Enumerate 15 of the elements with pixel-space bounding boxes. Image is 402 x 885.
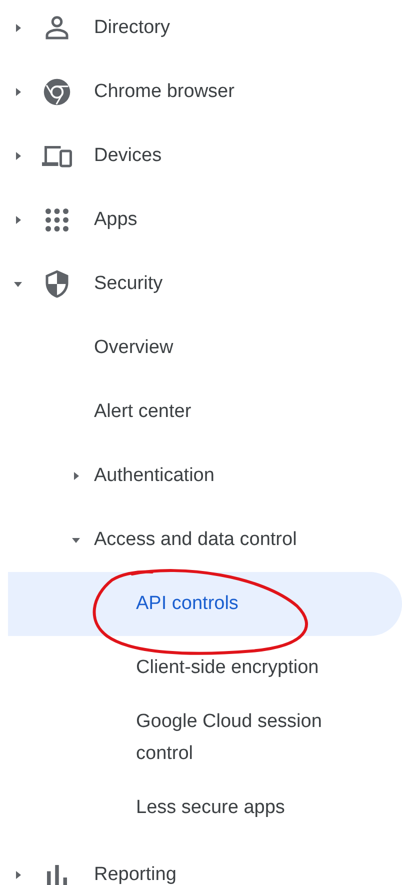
nav-item[interactable]: Access and data control (8, 508, 402, 572)
browser-icon (42, 77, 72, 107)
nav-item[interactable]: Overview (8, 316, 402, 380)
nav-item[interactable]: Directory (8, 0, 402, 60)
nav-item[interactable]: Client-side encryption (8, 636, 402, 700)
nav-item[interactable]: Security (8, 252, 402, 316)
nav-item[interactable]: Less secure apps (8, 776, 402, 840)
nav-item[interactable]: Google Cloud session control (8, 700, 402, 776)
nav-item[interactable]: Apps (8, 188, 402, 252)
nav-item[interactable]: Devices (8, 124, 402, 188)
nav-item[interactable]: Reporting (8, 840, 402, 885)
nav-item[interactable]: API controls (8, 572, 402, 636)
nav-item[interactable]: Authentication (8, 444, 402, 508)
nav-item[interactable]: Alert center (8, 380, 402, 444)
nav-item[interactable]: Chrome browser (8, 60, 402, 124)
